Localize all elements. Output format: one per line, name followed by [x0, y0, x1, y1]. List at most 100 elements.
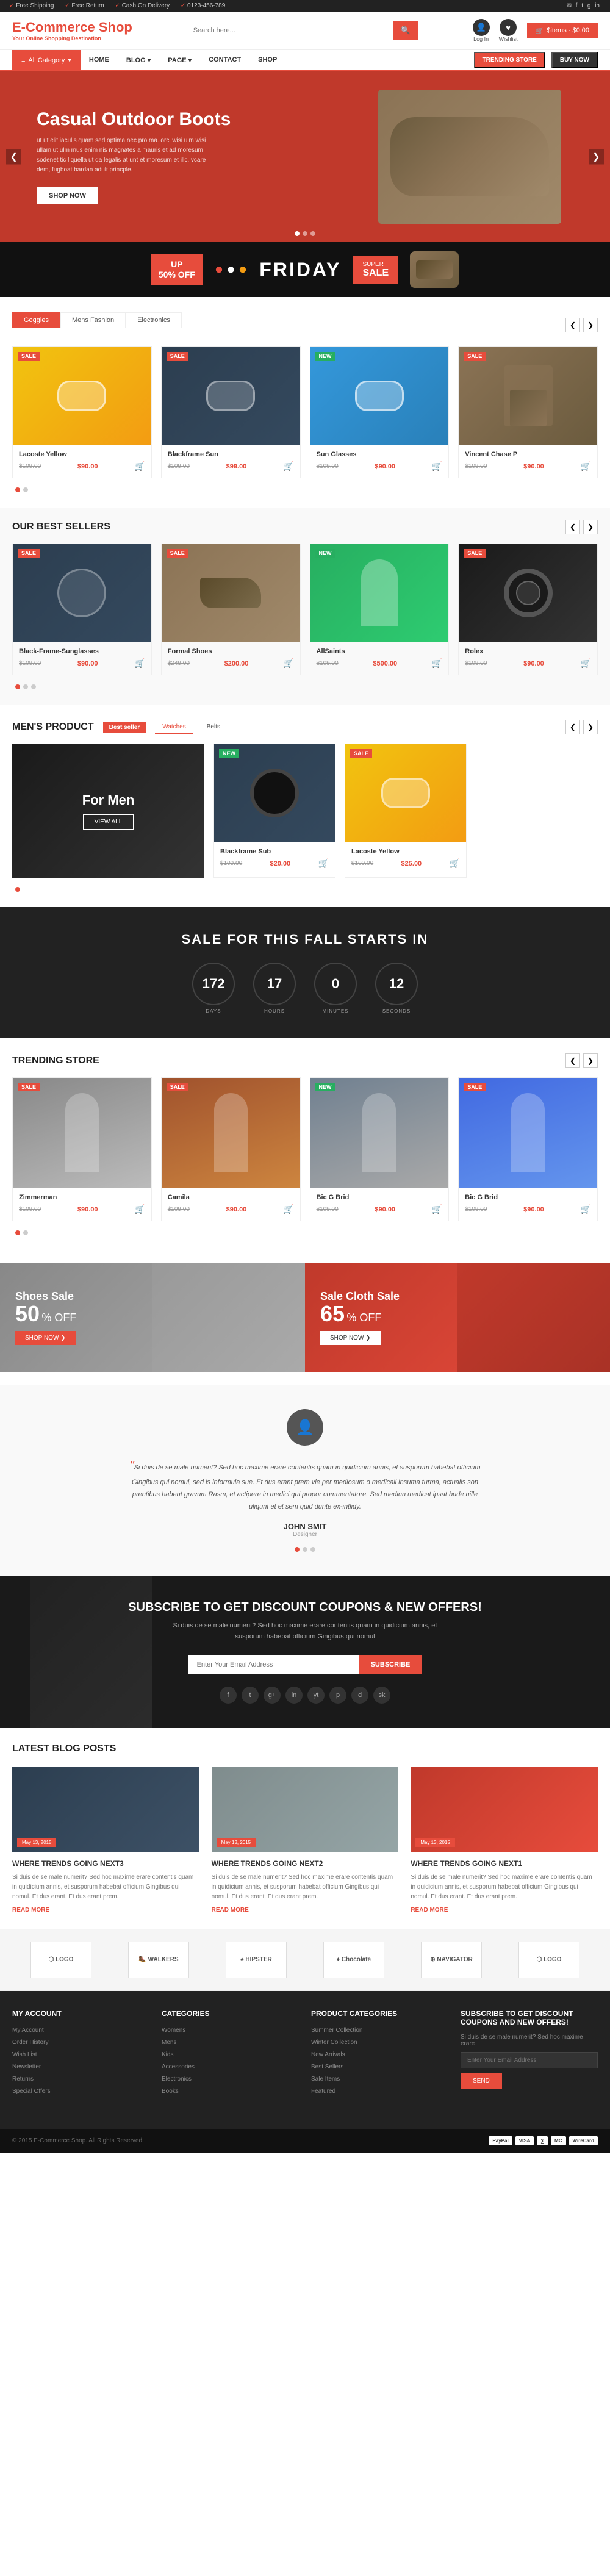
footer-link-summer[interactable]: Summer Collection: [311, 2027, 362, 2034]
footer-link-womens[interactable]: Womens: [162, 2027, 185, 2034]
cat-tab-electronics[interactable]: Electronics: [126, 312, 182, 328]
mens-cart-icon-1[interactable]: 🛒: [318, 858, 329, 869]
nav-blog[interactable]: BLOG ▾: [118, 50, 159, 70]
best-sellers-prev-btn[interactable]: ❮: [565, 520, 580, 534]
hero-dot-2[interactable]: [303, 231, 307, 236]
search-input[interactable]: [187, 21, 393, 40]
mens-tab-belts[interactable]: Belts: [199, 721, 228, 734]
brand-logo-navigator[interactable]: ⊕ NAVIGATOR: [421, 1942, 482, 1978]
add-to-cart-icon-2[interactable]: 🛒: [283, 461, 293, 472]
footer-link-best-sellers[interactable]: Best Sellers: [311, 2064, 343, 2070]
footer-send-btn[interactable]: SEND: [461, 2073, 502, 2089]
sale-shop-btn-2[interactable]: Shop Now ❯: [320, 1331, 381, 1345]
brand-logo-6[interactable]: ⬡ LOGO: [518, 1942, 580, 1978]
bs-cart-icon-1[interactable]: 🛒: [134, 658, 145, 669]
social-mail-icon[interactable]: ✉: [567, 2, 572, 9]
blog-card-3[interactable]: May 13, 2015 WHERE TRENDS GOING NEXT1 Si…: [411, 1767, 598, 1914]
trending-product-zimmerman[interactable]: SALE Zimmerman $109.00 $90.00 🛒: [12, 1077, 152, 1221]
footer-email-input[interactable]: [461, 2052, 598, 2068]
social-facebook-icon[interactable]: f: [576, 2, 578, 9]
trending-dot-2[interactable]: [23, 1230, 28, 1235]
trending-product-bic-g-brid-2[interactable]: SALE Bic G Brid $109.00 $90.00 🛒: [458, 1077, 598, 1221]
cat-tab-mens-fashion[interactable]: Mens Fashion: [60, 312, 126, 328]
trending-prev-btn[interactable]: ❮: [565, 1053, 580, 1068]
footer-link-newsletter[interactable]: Newsletter: [12, 2064, 41, 2070]
goggles-next-btn[interactable]: ❯: [583, 318, 598, 332]
trending-cart-icon-1[interactable]: 🛒: [134, 1204, 145, 1214]
brand-logo-chocolate[interactable]: ♦ Chocolate: [323, 1942, 384, 1978]
product-card-blackframe-sun[interactable]: SALE Blackframe Sun $109.00 $99.00 🛒: [161, 346, 301, 478]
mens-next-btn[interactable]: ❯: [583, 720, 598, 734]
footer-link-sale-items[interactable]: Sale Items: [311, 2076, 340, 2083]
bs-dot-1[interactable]: [15, 684, 20, 689]
best-sellers-next-btn[interactable]: ❯: [583, 520, 598, 534]
hero-dot-3[interactable]: [310, 231, 315, 236]
product-card-rolex-bs[interactable]: SALE Rolex $109.00 $90.00 🛒: [458, 544, 598, 675]
product-card-allsaints-bs[interactable]: NEW AllSaints $109.00 $500.00 🛒: [310, 544, 450, 675]
blog-read-more-1[interactable]: READ MORE: [12, 1907, 199, 1914]
subscribe-social-skype[interactable]: sk: [373, 1687, 390, 1704]
trending-dot-1[interactable]: [15, 1230, 20, 1235]
bs-cart-icon-2[interactable]: 🛒: [283, 658, 293, 669]
sale-shop-btn-1[interactable]: Shop Now ❯: [15, 1331, 76, 1345]
product-card-lacoste-yellow[interactable]: SALE Lacoste Yellow $109.00 $90.00 🛒: [12, 346, 152, 478]
product-card-sun-glasses[interactable]: NEW Sun Glasses $109.00 $90.00 🛒: [310, 346, 450, 478]
test-dot-2[interactable]: [303, 1547, 307, 1552]
test-dot-3[interactable]: [310, 1547, 315, 1552]
logo[interactable]: E-Commerce Shop Your Online Shopping Des…: [12, 20, 132, 41]
goggle-dot-1[interactable]: [15, 487, 20, 492]
hero-prev-btn[interactable]: ❮: [6, 149, 21, 165]
cart-button[interactable]: 🛒 $items - $0.00: [527, 23, 598, 38]
cat-tab-goggles[interactable]: Goggles: [12, 312, 60, 328]
trending-cart-icon-4[interactable]: 🛒: [581, 1204, 591, 1214]
product-card-formal-shoes-bs[interactable]: SALE Formal Shoes $249.00 $200.00 🛒: [161, 544, 301, 675]
search-button[interactable]: 🔍: [393, 21, 418, 40]
mens-prev-btn[interactable]: ❮: [565, 720, 580, 734]
footer-link-returns[interactable]: Returns: [12, 2076, 34, 2083]
mens-dot-1[interactable]: [15, 887, 20, 892]
trending-cart-icon-2[interactable]: 🛒: [283, 1204, 293, 1214]
nav-shop[interactable]: SHOP: [249, 50, 285, 70]
add-to-cart-icon-3[interactable]: 🛒: [432, 461, 442, 472]
hero-dot-1[interactable]: [295, 231, 300, 236]
login-icon-area[interactable]: 👤 Log In: [473, 19, 490, 42]
footer-link-electronics[interactable]: Electronics: [162, 2076, 192, 2083]
social-twitter-icon[interactable]: t: [581, 2, 583, 9]
wishlist-icon-area[interactable]: ♥ Wishlist: [499, 19, 518, 42]
subscribe-social-gplus[interactable]: g+: [264, 1687, 281, 1704]
footer-link-kids[interactable]: Kids: [162, 2051, 173, 2058]
mens-product-blackframe-sub[interactable]: NEW Blackframe Sub $109.00 $20.00 🛒: [214, 744, 336, 878]
mens-cart-icon-2[interactable]: 🛒: [450, 858, 460, 869]
brand-logo-1[interactable]: ⬡ LOGO: [30, 1942, 92, 1978]
trending-next-btn[interactable]: ❯: [583, 1053, 598, 1068]
footer-link-wish-list[interactable]: Wish List: [12, 2051, 37, 2058]
subscribe-social-instagram[interactable]: in: [285, 1687, 303, 1704]
blog-card-2[interactable]: May 13, 2015 WHERE TRENDS GOING NEXT2 Si…: [212, 1767, 399, 1914]
subscribe-submit-btn[interactable]: SUBSCRIBE: [359, 1655, 423, 1674]
goggles-prev-btn[interactable]: ❮: [565, 318, 580, 332]
blog-read-more-2[interactable]: READ MORE: [212, 1907, 399, 1914]
hero-shop-now-btn[interactable]: SHOP NOW: [37, 187, 98, 204]
nav-home[interactable]: HOME: [81, 50, 118, 70]
footer-link-my-account[interactable]: My Account: [12, 2027, 44, 2034]
subscribe-social-dribbble[interactable]: d: [351, 1687, 368, 1704]
trending-store-btn[interactable]: TRENDING STORE: [474, 52, 545, 68]
subscribe-social-facebook[interactable]: f: [220, 1687, 237, 1704]
footer-link-accessories[interactable]: Accessories: [162, 2064, 195, 2070]
footer-link-books[interactable]: Books: [162, 2088, 179, 2095]
bs-cart-icon-4[interactable]: 🛒: [581, 658, 591, 669]
bs-cart-icon-3[interactable]: 🛒: [432, 658, 442, 669]
subscribe-social-pinterest[interactable]: p: [329, 1687, 346, 1704]
trending-product-bic-g-brid-1[interactable]: NEW Bic G Brid $109.00 $90.00 🛒: [310, 1077, 450, 1221]
trending-product-camila[interactable]: SALE Camila $109.00 $90.00 🛒: [161, 1077, 301, 1221]
bs-dot-3[interactable]: [31, 684, 36, 689]
footer-link-mens[interactable]: Mens: [162, 2039, 176, 2046]
brand-logo-walkers[interactable]: 🥾 WALKERS: [128, 1942, 189, 1978]
subscribe-email-input[interactable]: [188, 1655, 359, 1674]
subscribe-social-twitter[interactable]: t: [242, 1687, 259, 1704]
mens-tab-watches[interactable]: Watches: [155, 721, 193, 734]
blog-card-1[interactable]: May 13, 2015 WHERE TRENDS GOING NEXT3 Si…: [12, 1767, 199, 1914]
subscribe-social-youtube[interactable]: yt: [307, 1687, 325, 1704]
hero-next-btn[interactable]: ❯: [589, 149, 604, 165]
buy-now-btn[interactable]: BUY NOW: [551, 52, 598, 68]
